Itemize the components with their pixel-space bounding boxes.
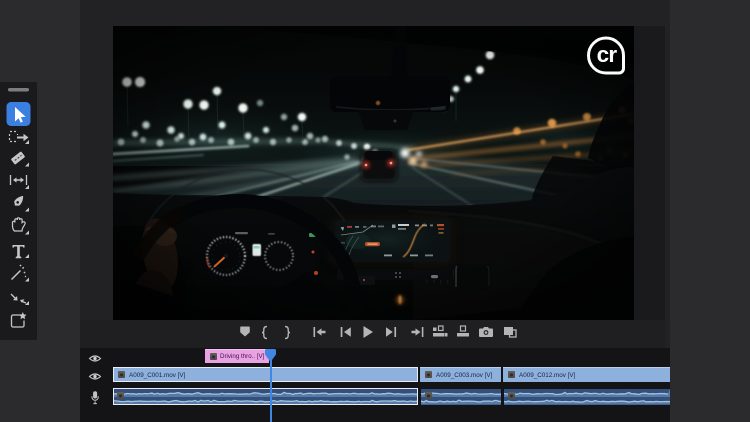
- svg-text:cr: cr: [597, 42, 618, 67]
